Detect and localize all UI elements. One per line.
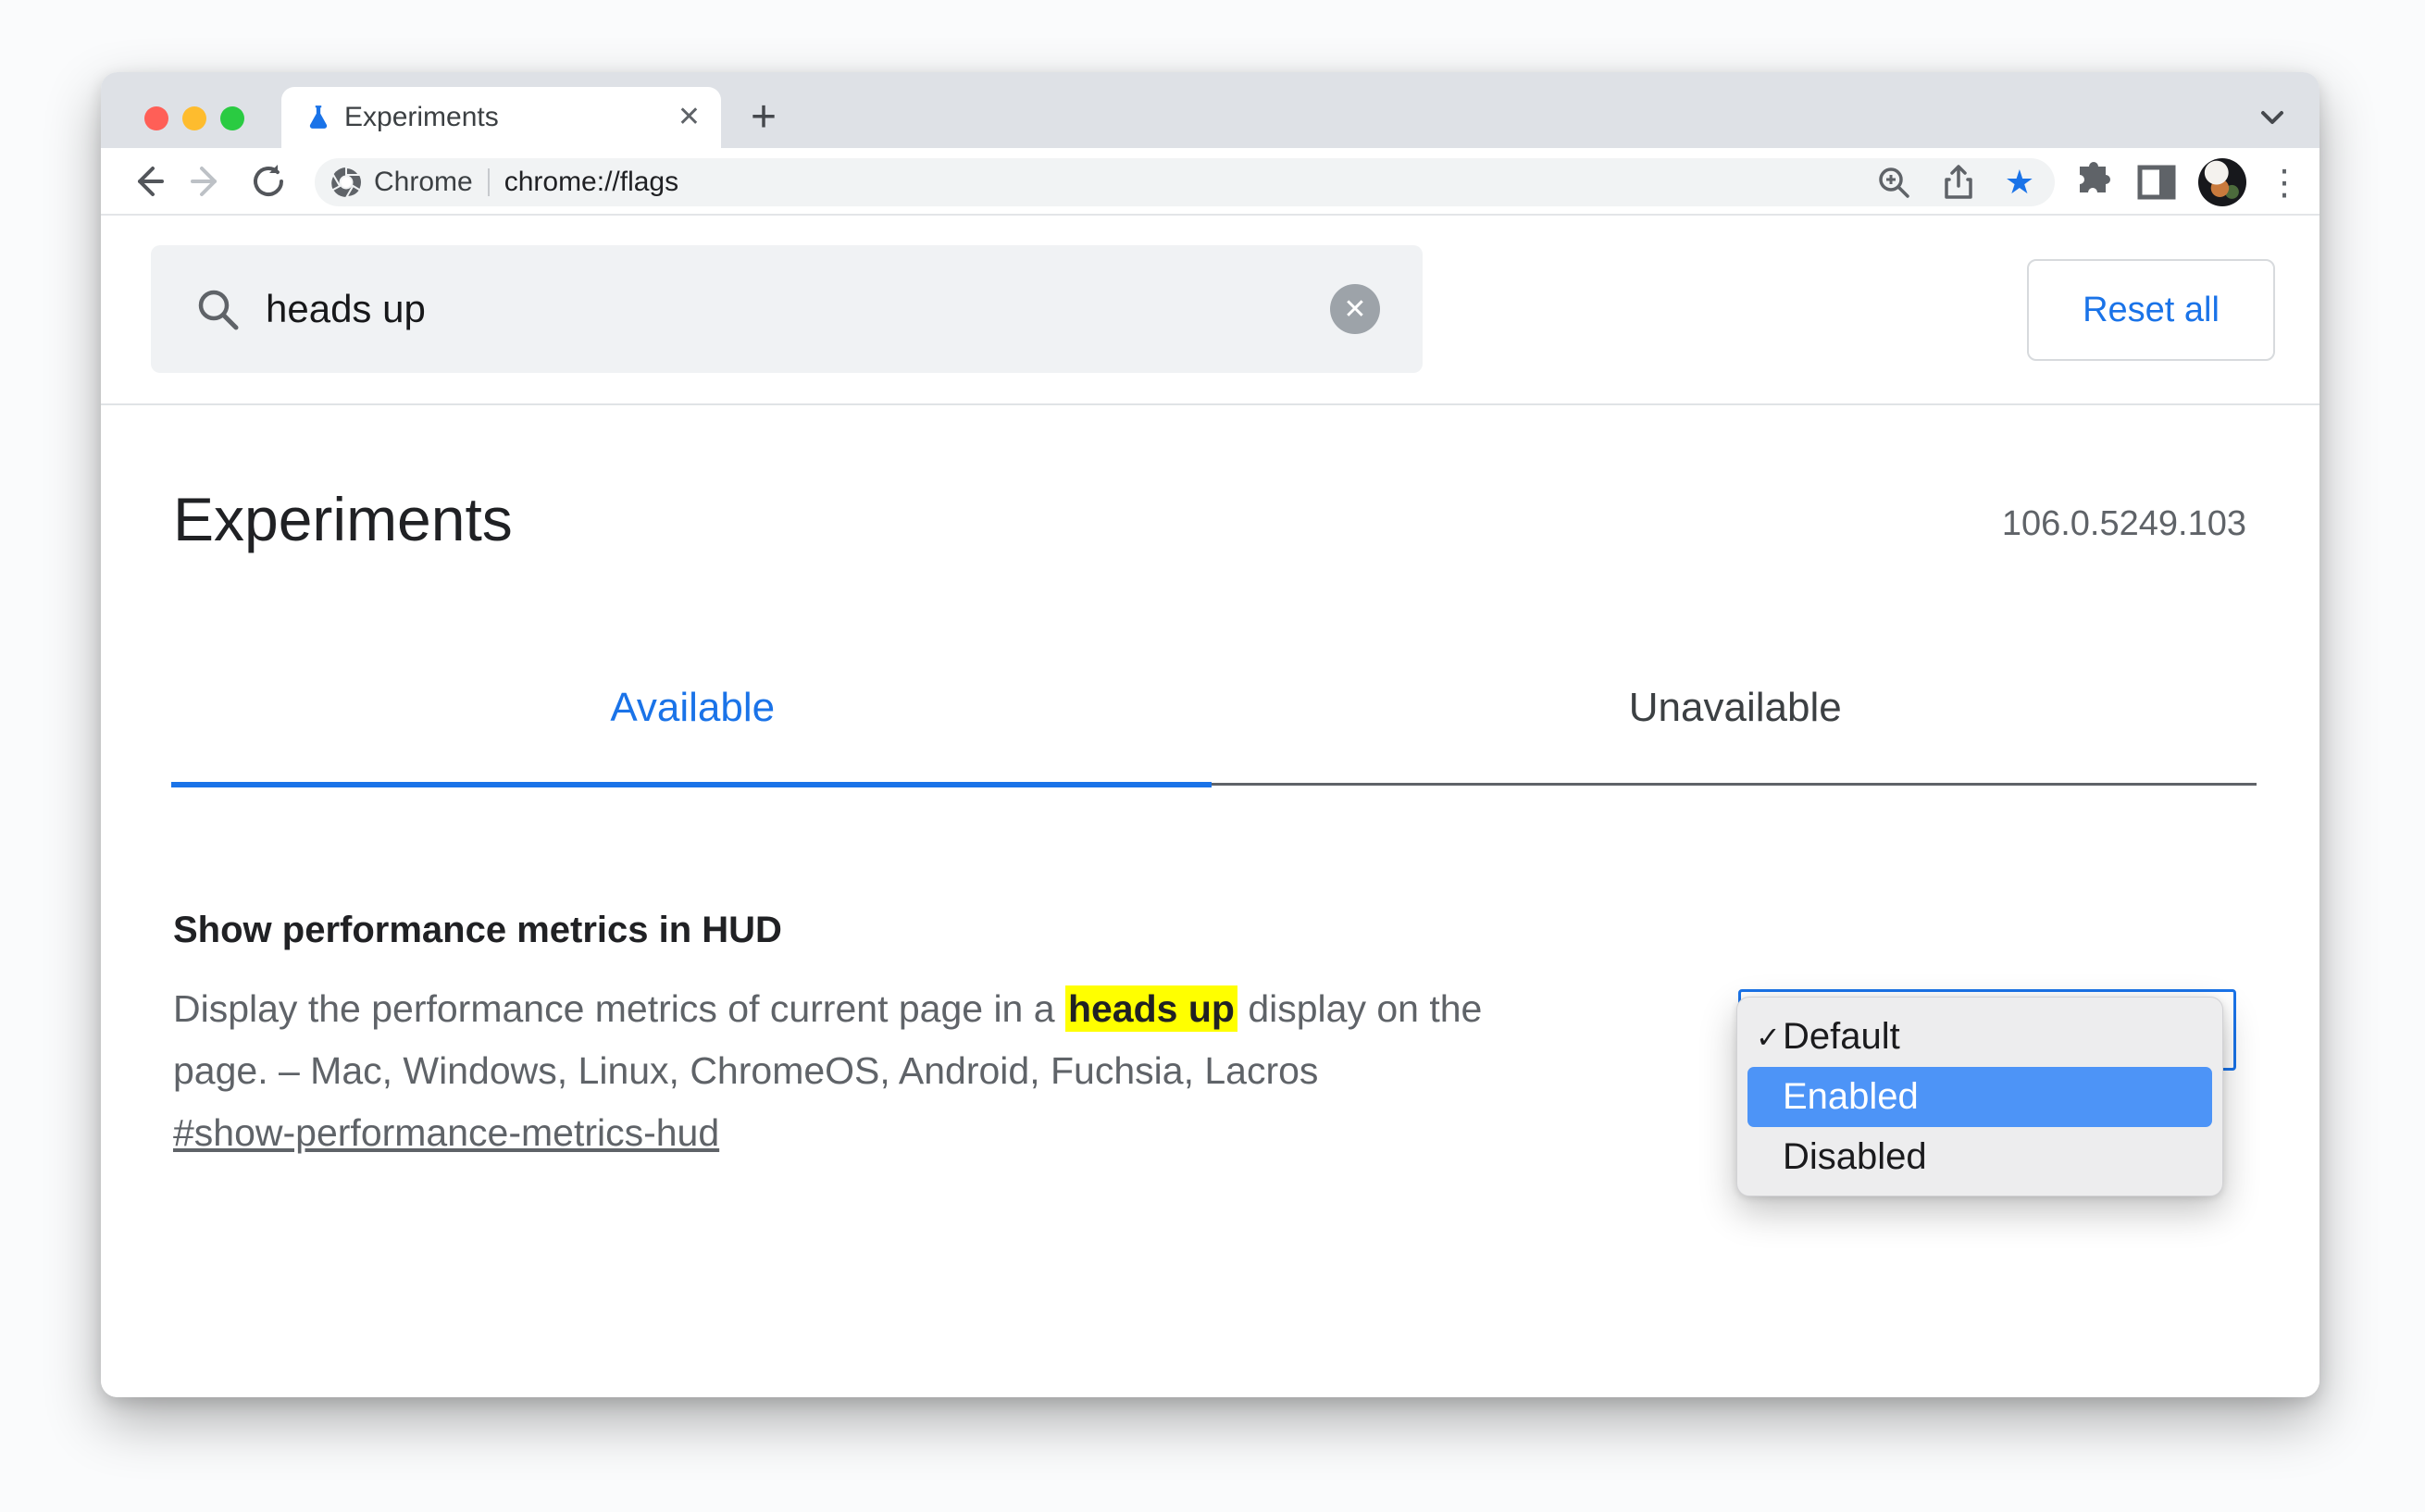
tab-experiments[interactable]: Experiments ✕ xyxy=(281,87,721,148)
tab-strip: Experiments ✕ + xyxy=(101,72,2319,148)
option-label: Enabled xyxy=(1783,1076,1919,1117)
search-icon xyxy=(198,290,239,330)
tab-available[interactable]: Available xyxy=(171,678,1214,737)
page-title: Experiments xyxy=(173,485,513,553)
omnibox-separator xyxy=(487,168,490,196)
description-text: display on the xyxy=(1237,987,1483,1030)
tab-unavailable[interactable]: Unavailable xyxy=(1214,678,2257,737)
new-tab-button[interactable]: + xyxy=(738,89,790,144)
tab-search-chevron-icon[interactable] xyxy=(2248,96,2296,139)
flags-tab-bar: Available Unavailable xyxy=(171,678,2257,737)
option-default[interactable]: ✓ Default xyxy=(1737,1007,2222,1067)
description-text: Display the performance metrics of curre… xyxy=(173,987,1065,1030)
profile-avatar[interactable] xyxy=(2198,158,2246,206)
check-icon: ✓ xyxy=(1756,1020,1781,1054)
option-enabled[interactable]: Enabled xyxy=(1747,1067,2212,1127)
flag-description-line2: page. – Mac, Windows, Linux, ChromeOS, A… xyxy=(173,1049,1319,1092)
clear-search-icon[interactable]: ✕ xyxy=(1330,284,1380,334)
forward-button[interactable] xyxy=(184,158,230,204)
browser-window: Experiments ✕ + Chrome chrome://flags ★ … xyxy=(101,72,2319,1397)
traffic-lights xyxy=(144,106,244,130)
header-divider xyxy=(101,403,2319,405)
inactive-tab-underline xyxy=(1212,783,2257,786)
flask-favicon-icon xyxy=(309,105,328,129)
close-window-button[interactable] xyxy=(144,106,168,130)
zoom-window-button[interactable] xyxy=(220,106,244,130)
url-text[interactable]: chrome://flags xyxy=(504,167,1875,198)
option-label: Disabled xyxy=(1783,1136,1927,1177)
flags-page: ✕ Reset all Experiments 106.0.5249.103 A… xyxy=(101,216,2319,1397)
flags-search-input[interactable] xyxy=(266,287,1330,331)
reload-button[interactable] xyxy=(245,158,292,204)
chrome-logo-icon xyxy=(330,166,362,199)
option-label: Default xyxy=(1783,1016,1900,1057)
overflow-menu-icon[interactable]: ⋮ xyxy=(2267,162,2302,204)
flag-select-popup: ✓ Default Enabled Disabled xyxy=(1736,997,2223,1196)
flag-description: Display the performance metrics of curre… xyxy=(173,978,1482,1102)
tab-close-icon[interactable]: ✕ xyxy=(678,104,701,131)
extensions-puzzle-icon[interactable] xyxy=(2072,161,2115,204)
address-bar[interactable]: Chrome chrome://flags ★ xyxy=(315,158,2055,206)
flag-permalink[interactable]: #show-performance-metrics-hud xyxy=(173,1111,719,1155)
site-label: Chrome xyxy=(374,167,473,197)
flag-description-line1: Display the performance metrics of curre… xyxy=(173,978,1482,1040)
back-button[interactable] xyxy=(124,158,170,204)
reset-all-button[interactable]: Reset all xyxy=(2027,259,2275,361)
flags-search-box[interactable]: ✕ xyxy=(151,245,1423,373)
minimize-window-button[interactable] xyxy=(182,106,206,130)
flag-title: Show performance metrics in HUD xyxy=(173,910,782,950)
option-disabled[interactable]: Disabled xyxy=(1737,1127,2222,1187)
active-tab-underline xyxy=(171,782,1212,787)
browser-version: 106.0.5249.103 xyxy=(2001,504,2246,543)
share-icon[interactable] xyxy=(1940,164,1977,201)
search-highlight: heads up xyxy=(1064,985,1237,1032)
tab-title: Experiments xyxy=(344,102,499,132)
toolbar: Chrome chrome://flags ★ ⋮ xyxy=(101,148,2319,216)
side-panel-icon[interactable] xyxy=(2135,161,2178,204)
zoom-icon[interactable] xyxy=(1875,164,1912,201)
bookmark-star-icon[interactable]: ★ xyxy=(2005,166,2034,199)
